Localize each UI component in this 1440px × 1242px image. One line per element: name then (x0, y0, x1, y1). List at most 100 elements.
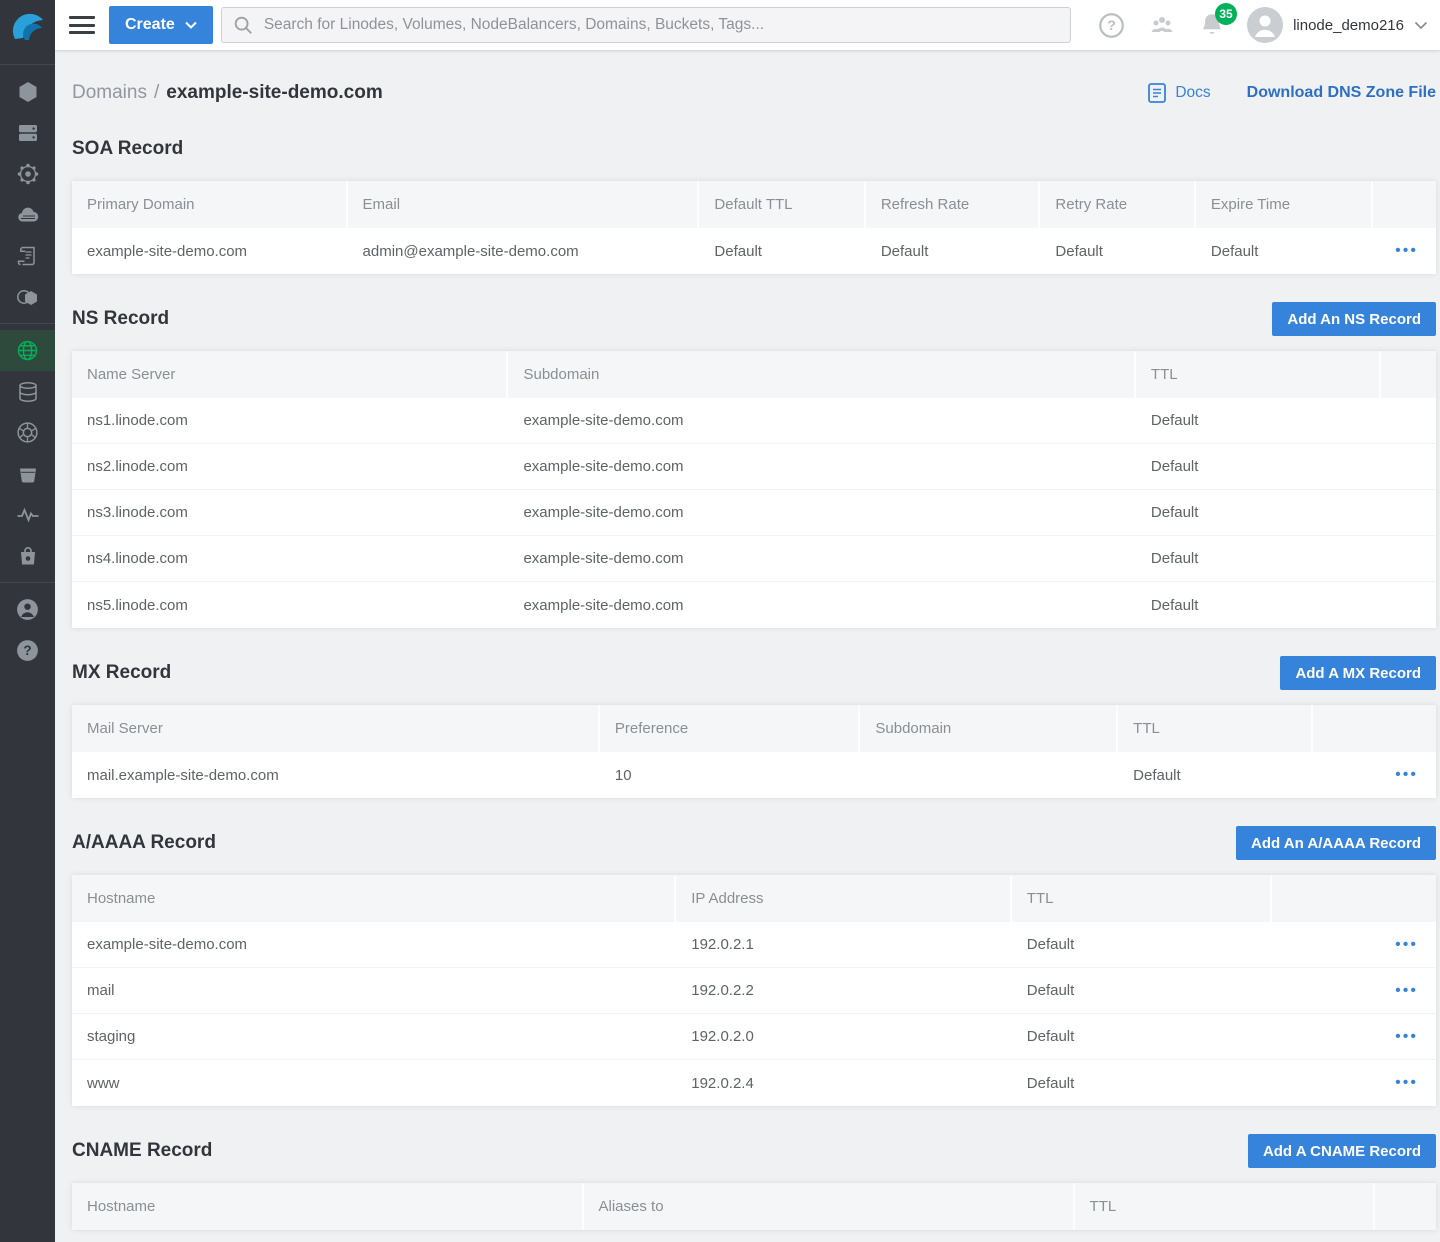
cell-mail-server: mail.example-site-demo.com (72, 752, 600, 798)
section-title-ns: NS Record (72, 308, 169, 330)
notifications-button[interactable]: 35 (1199, 11, 1225, 39)
row-actions-button[interactable]: ••• (1389, 1025, 1424, 1049)
sidebar-item-domains[interactable] (0, 330, 55, 371)
sidebar-item-images[interactable] (0, 276, 55, 317)
cell-ttl: Default (1136, 444, 1382, 489)
sidebar-item-linodes[interactable] (0, 71, 55, 112)
cell-name-server: ns1.linode.com (72, 398, 508, 443)
cell-actions (1381, 444, 1436, 489)
table-row: example-site-demo.comadmin@example-site-… (72, 228, 1436, 274)
kubernetes-icon (15, 420, 40, 445)
linode-logo[interactable] (0, 0, 55, 58)
menu-toggle-button[interactable] (69, 16, 95, 34)
column-header-hostname: Hostname (72, 1183, 584, 1230)
mx-record-table: Mail ServerPreferenceSubdomainTTLmail.ex… (72, 705, 1436, 798)
cell-ttl: Default (1136, 490, 1382, 535)
cell-actions: ••• (1272, 968, 1436, 1013)
sidebar-divider (0, 323, 55, 324)
cell-ip-address: 192.0.2.1 (676, 922, 1012, 967)
table-row: www192.0.2.4Default••• (72, 1060, 1436, 1106)
sidebar-item-volumes[interactable] (0, 112, 55, 153)
cell-hostname: staging (72, 1014, 676, 1059)
breadcrumb-separator: / (154, 82, 159, 104)
cell-refresh-rate: Default (866, 228, 1041, 274)
cell-actions (1381, 490, 1436, 535)
column-header-name-server: Name Server (72, 351, 508, 398)
sidebar-item-account[interactable] (0, 589, 55, 630)
table-row: example-site-demo.com192.0.2.1Default••• (72, 922, 1436, 968)
cell-subdomain: example-site-demo.com (508, 444, 1135, 489)
topbar-actions: ? 35 linode_demo216 (1098, 7, 1440, 43)
add-a-aaaa-record-button[interactable]: Add An A/AAAA Record (1236, 826, 1436, 860)
cell-default-ttl: Default (699, 228, 865, 274)
add-ns-record-button[interactable]: Add An NS Record (1272, 302, 1436, 336)
cell-subdomain: example-site-demo.com (508, 536, 1135, 581)
row-actions-button[interactable]: ••• (1389, 1071, 1424, 1095)
section-title-cname: CNAME Record (72, 1140, 212, 1162)
linode-wave-icon (10, 11, 46, 47)
table-header-row: Name ServerSubdomainTTL (72, 351, 1436, 398)
object-storage-icon (16, 462, 40, 486)
search-input[interactable] (264, 16, 1060, 34)
sidebar-item-help[interactable]: ? (0, 630, 55, 671)
table-row: mail.example-site-demo.com10Default••• (72, 752, 1436, 798)
cell-actions: ••• (1313, 752, 1436, 798)
svg-text:?: ? (23, 643, 31, 658)
column-header-retry-rate: Retry Rate (1040, 181, 1195, 228)
column-header-ttl: TTL (1118, 705, 1313, 752)
avatar (1247, 7, 1283, 43)
search-icon (232, 14, 254, 36)
cell-email: admin@example-site-demo.com (348, 228, 700, 274)
table-row: mail192.0.2.2Default••• (72, 968, 1436, 1014)
sidebar-item-marketplace[interactable] (0, 535, 55, 576)
sidebar-item-object-storage[interactable] (0, 453, 55, 494)
cell-name-server: ns3.linode.com (72, 490, 508, 535)
sidebar-item-nodebalancers[interactable] (0, 153, 55, 194)
download-dns-zone-link[interactable]: Download DNS Zone File (1247, 84, 1436, 102)
docs-link[interactable]: Docs (1147, 82, 1210, 104)
user-menu-button[interactable]: linode_demo216 (1247, 7, 1428, 43)
breadcrumb: Domains / example-site-demo.com (72, 82, 383, 104)
cell-retry-rate: Default (1040, 228, 1195, 274)
sidebar-item-firewalls[interactable] (0, 194, 55, 235)
cname-record-table: HostnameAliases toTTL (72, 1183, 1436, 1230)
column-header-actions (1373, 181, 1436, 228)
table-header-row: Mail ServerPreferenceSubdomainTTL (72, 705, 1436, 752)
cell-ttl: Default (1118, 752, 1313, 798)
column-header-ttl: TTL (1075, 1183, 1375, 1230)
notification-badge: 35 (1215, 3, 1237, 25)
row-actions-button[interactable]: ••• (1389, 239, 1424, 263)
cell-name-server: ns4.linode.com (72, 536, 508, 581)
sidebar-item-longview[interactable] (0, 494, 55, 535)
sidebar-item-stackscripts[interactable] (0, 235, 55, 276)
cell-expire-time: Default (1196, 228, 1373, 274)
help-button[interactable]: ? (1098, 12, 1125, 39)
cell-ttl: Default (1012, 1014, 1273, 1059)
create-button-label: Create (125, 16, 175, 34)
soa-record-table: Primary DomainEmailDefault TTLRefresh Ra… (72, 181, 1436, 274)
table-row: ns2.linode.comexample-site-demo.comDefau… (72, 444, 1436, 490)
column-header-primary-domain: Primary Domain (72, 181, 348, 228)
column-header-subdomain: Subdomain (860, 705, 1118, 752)
column-header-refresh-rate: Refresh Rate (866, 181, 1041, 228)
cell-actions (1381, 398, 1436, 443)
cell-subdomain (860, 752, 1118, 798)
sidebar-item-databases[interactable] (0, 371, 55, 412)
create-button[interactable]: Create (109, 6, 213, 44)
cell-actions: ••• (1272, 1060, 1436, 1106)
add-cname-record-button[interactable]: Add A CNAME Record (1248, 1134, 1436, 1168)
row-actions-button[interactable]: ••• (1389, 933, 1424, 957)
linodes-icon (16, 80, 40, 104)
cell-ttl: Default (1136, 398, 1382, 443)
sidebar-item-kubernetes[interactable] (0, 412, 55, 453)
cell-subdomain: example-site-demo.com (508, 490, 1135, 535)
breadcrumb-domains-link[interactable]: Domains (72, 82, 147, 104)
cname-record-section: CNAME Record Add A CNAME Record Hostname… (72, 1134, 1436, 1230)
row-actions-button[interactable]: ••• (1389, 979, 1424, 1003)
page-header-row: Domains / example-site-demo.com Docs Dow… (72, 82, 1436, 104)
row-actions-button[interactable]: ••• (1389, 763, 1424, 787)
community-button[interactable] (1147, 13, 1177, 37)
column-header-actions (1381, 351, 1436, 398)
add-mx-record-button[interactable]: Add A MX Record (1280, 656, 1436, 690)
cell-hostname: www (72, 1060, 676, 1106)
